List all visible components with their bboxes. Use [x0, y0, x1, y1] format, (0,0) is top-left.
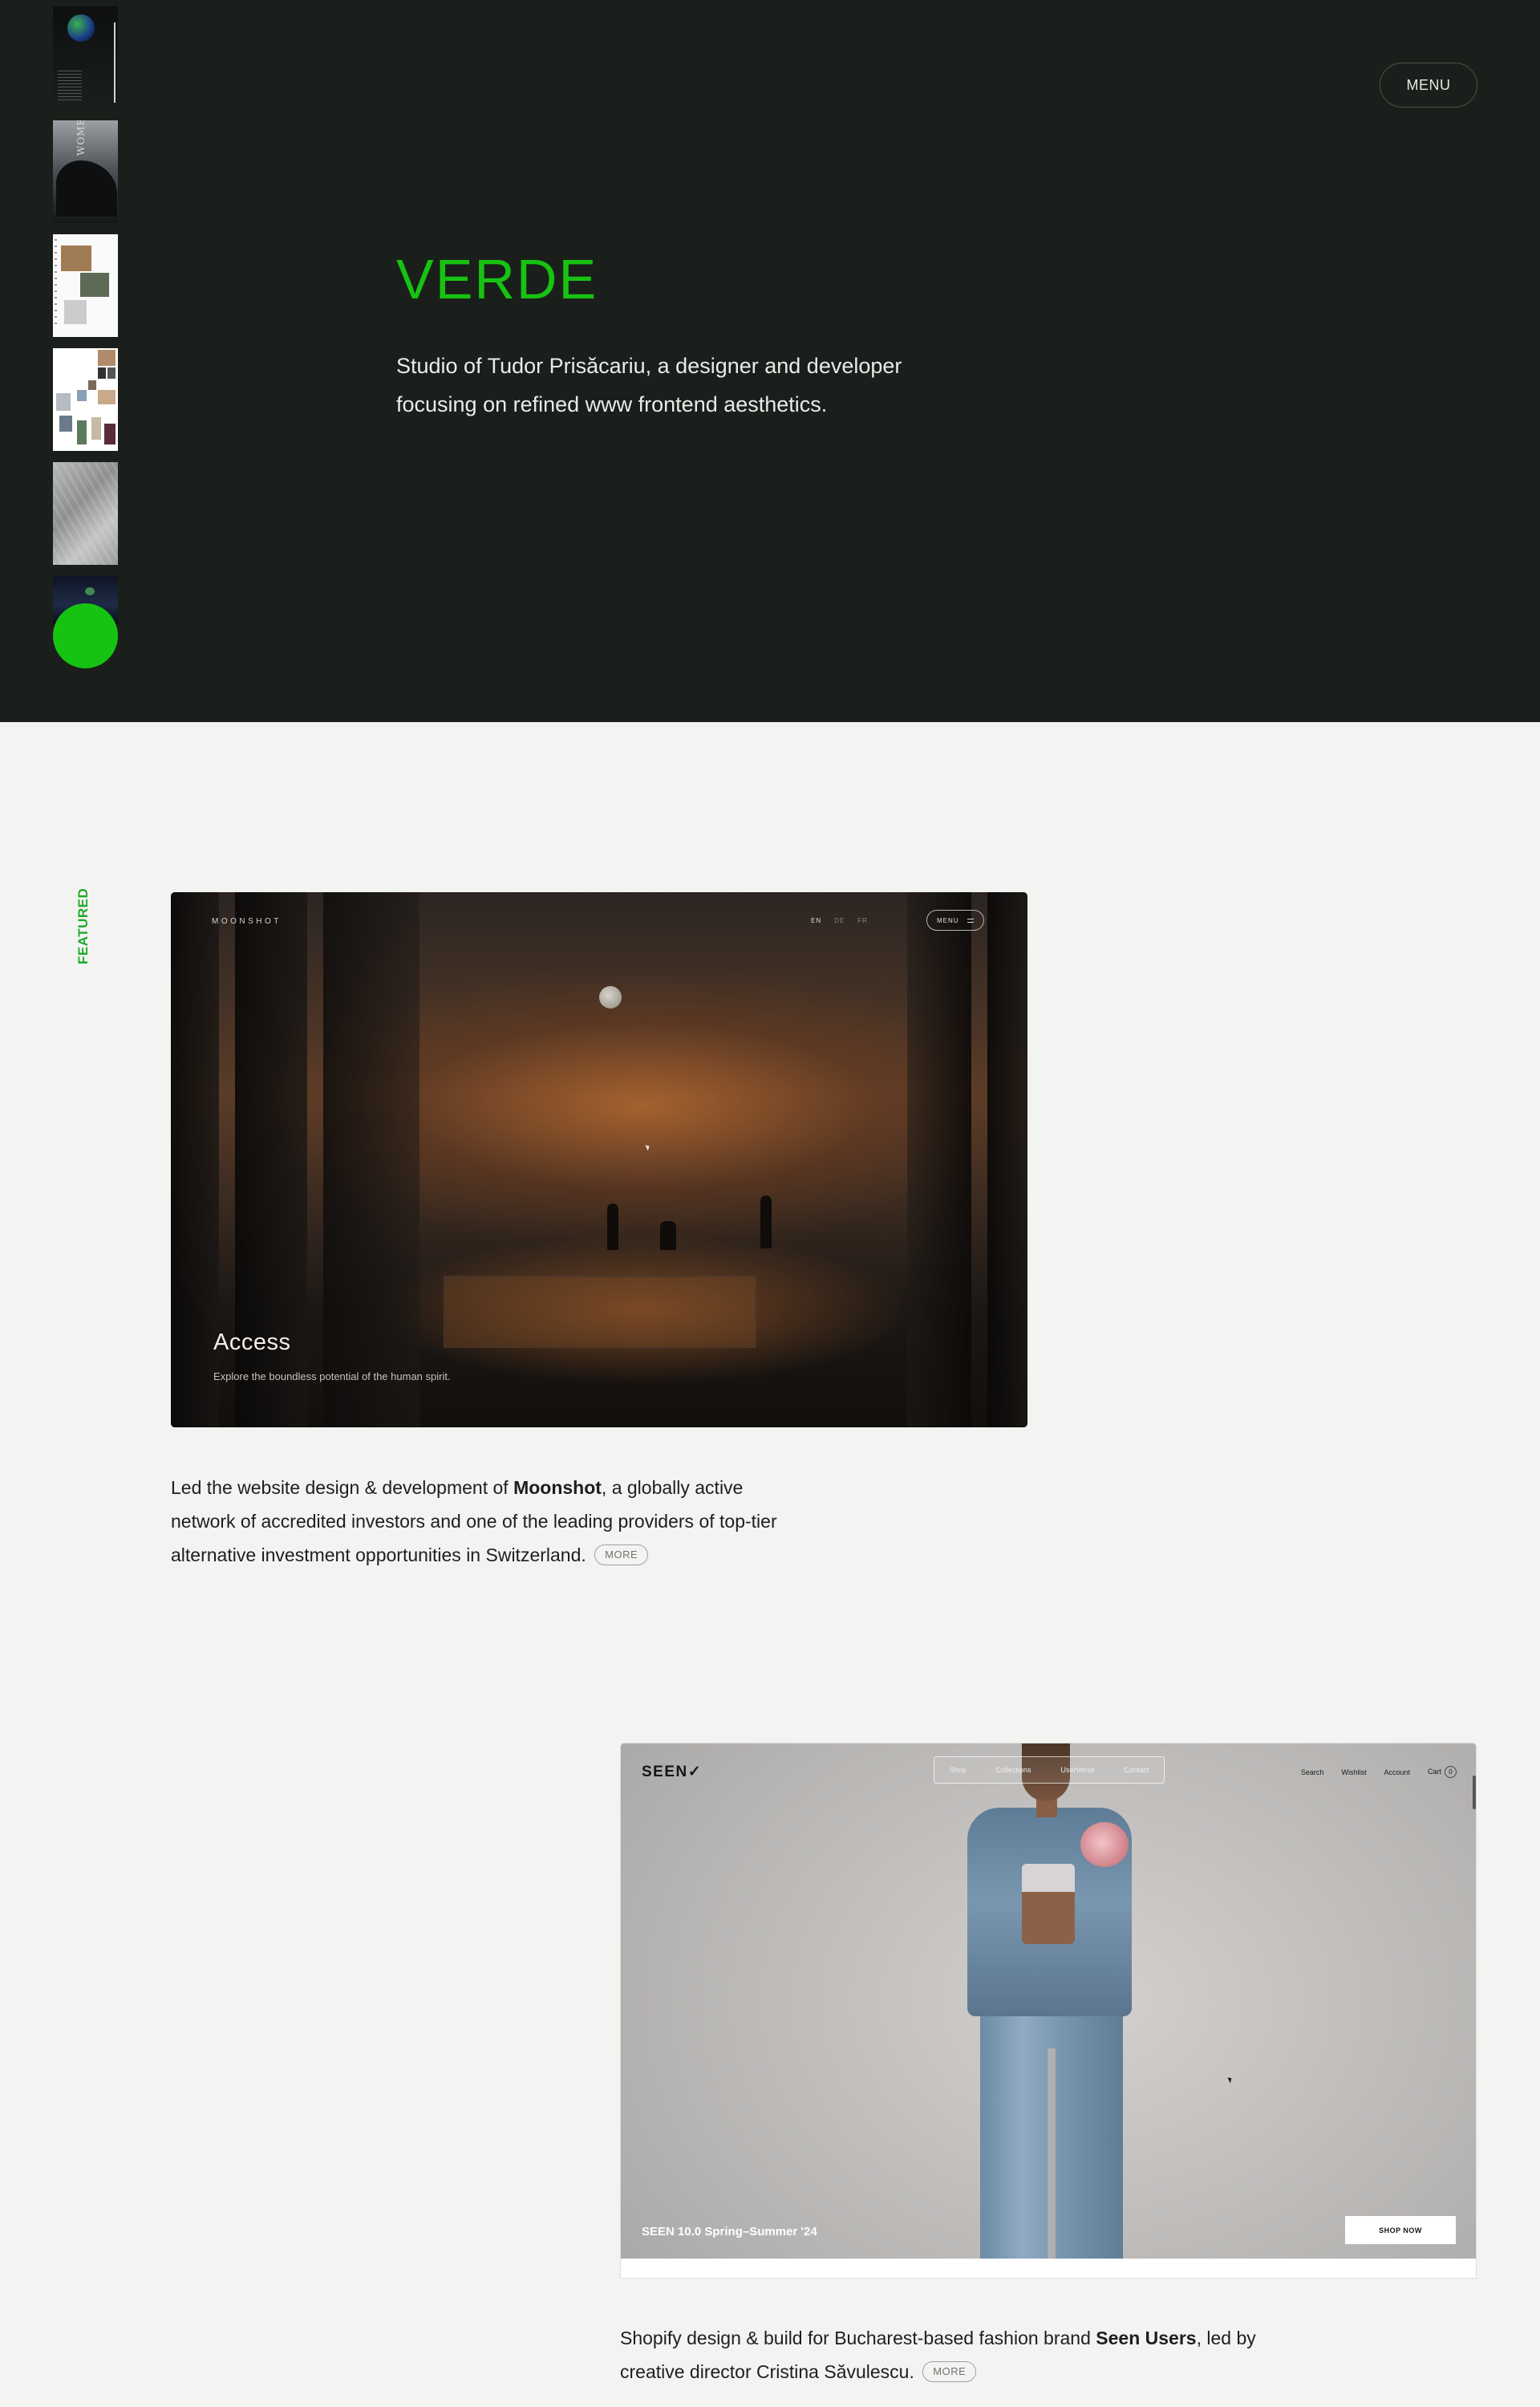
- project-thumbnail[interactable]: WOMEN: [53, 120, 118, 223]
- moonshot-subline: Explore the boundless potential of the h…: [213, 1370, 451, 1382]
- shop-now-button: SHOP NOW: [1345, 2216, 1456, 2244]
- featured-label: FEATURED: [75, 887, 91, 964]
- language-switcher: EN DE FR: [811, 917, 881, 924]
- pool-image: [444, 1276, 756, 1348]
- seen-logo: SEEN✓: [642, 1764, 703, 1780]
- lang-fr: FR: [857, 917, 868, 924]
- project-thumbnail[interactable]: [53, 462, 118, 565]
- more-button[interactable]: MORE: [922, 2360, 977, 2382]
- lang-en: EN: [811, 917, 822, 924]
- menu-button[interactable]: MENU: [1380, 63, 1477, 108]
- client-name: Moonshot: [513, 1477, 602, 1498]
- cart-count-badge: 0: [1445, 1766, 1457, 1778]
- moonshot-menu-label: MENU: [937, 916, 959, 924]
- seen-account-link: Account: [1384, 1768, 1410, 1776]
- thumbnail-word: WOMEN: [75, 120, 87, 156]
- project-description: Led the website design & development of …: [171, 1477, 777, 1565]
- moonshot-screenshot[interactable]: MOONSHOT EN DE FR MENU Access Explore the …: [171, 892, 1027, 1427]
- lang-de: DE: [834, 917, 845, 924]
- seen-users-screenshot[interactable]: SEEN✓ Shop Collections UserVerse Contact…: [620, 1743, 1477, 2279]
- site-title: VERDE: [396, 248, 598, 311]
- hamburger-icon: [967, 918, 974, 923]
- cursor-follower-dot: [53, 603, 118, 668]
- project-thumbnail[interactable]: [53, 6, 118, 109]
- seen-nav-userverse: UserVerse: [1060, 1766, 1095, 1774]
- client-name: Seen Users: [1096, 2328, 1197, 2348]
- project-description: Shopify design & build for Bucharest-bas…: [620, 2328, 1256, 2382]
- moon-image: [599, 986, 622, 1009]
- project-thumbnail[interactable]: [53, 348, 118, 451]
- seen-utility-links: Search Wishlist Account Cart 0: [1301, 1766, 1457, 1778]
- scrollbar: [1473, 1776, 1476, 1809]
- moonshot-headline: Access: [213, 1329, 291, 1355]
- fashion-model-photo: [621, 1743, 1476, 2259]
- seen-cart-link: Cart 0: [1428, 1766, 1457, 1778]
- moonshot-menu-pill: MENU: [926, 910, 984, 931]
- seen-nav-shop: Shop: [949, 1766, 967, 1774]
- seen-nav-contact: Contact: [1124, 1766, 1149, 1774]
- more-button[interactable]: MORE: [594, 1544, 649, 1565]
- seen-nav-collections: Collections: [995, 1766, 1031, 1774]
- seen-wishlist-link: Wishlist: [1341, 1768, 1367, 1776]
- mouse-cursor-icon: [645, 1143, 651, 1151]
- hero-section: WOMEN MENU VERDE Studio of Tudor Prisăca…: [0, 0, 1540, 722]
- project-thumbnail[interactable]: [53, 234, 118, 337]
- rose-image: [1080, 1822, 1129, 1867]
- seen-search-link: Search: [1300, 1768, 1324, 1776]
- seen-nav: Shop Collections UserVerse Contact: [934, 1756, 1165, 1784]
- seen-caption: SEEN 10.0 Spring–Summer '24: [642, 2225, 817, 2239]
- project-thumbnail-strip: WOMEN: [53, 6, 118, 624]
- moonshot-logo: MOONSHOT: [212, 917, 282, 926]
- site-tagline: Studio of Tudor Prisăcariu, a designer a…: [396, 354, 902, 416]
